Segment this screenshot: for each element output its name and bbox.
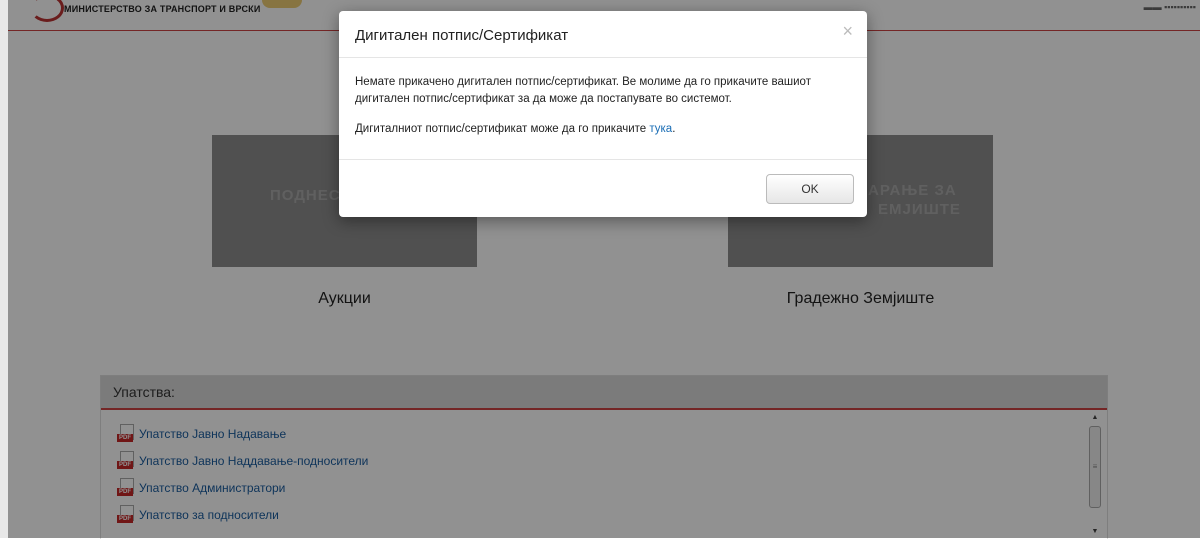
digital-certificate-modal: Дигитален потпис/Сертификат × Немате при…: [339, 11, 867, 217]
attach-hint-end: .: [672, 123, 676, 135]
left-edge: [0, 0, 8, 538]
modal-footer: OK: [339, 160, 867, 217]
modal-title: Дигитален потпис/Сертификат: [355, 27, 569, 44]
close-icon[interactable]: ×: [842, 21, 853, 42]
modal-body: Немате прикачено дигитален потпис/сертиф…: [339, 58, 867, 160]
modal-message: Немате прикачено дигитален потпис/сертиф…: [355, 74, 853, 108]
ok-button[interactable]: OK: [766, 174, 854, 204]
modal-message-line1: Немате прикачено дигитален потпис/сертиф…: [355, 76, 811, 88]
attach-hint-text: Дигиталниот потпис/сертификат може да го…: [355, 123, 650, 135]
modal-header: Дигитален потпис/Сертификат ×: [339, 11, 867, 58]
modal-attach-hint: Дигиталниот потпис/сертификат може да го…: [355, 121, 853, 138]
attach-here-link[interactable]: тука: [649, 123, 672, 135]
modal-message-line2: дигитален потпис/сертификат за да може д…: [355, 93, 732, 105]
